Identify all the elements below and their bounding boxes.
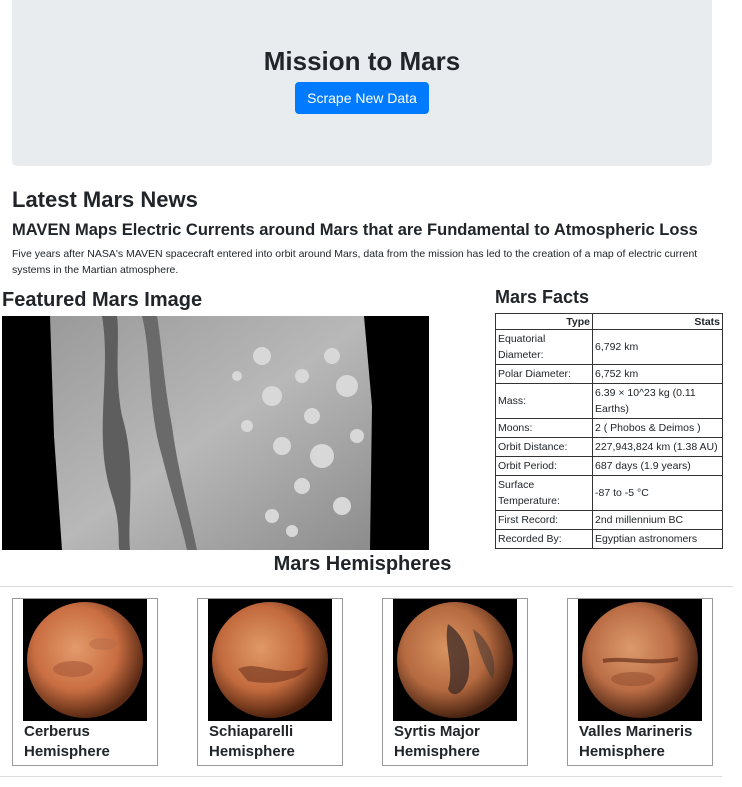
table-row: Orbit Period: 687 days (1.9 years) — [495, 456, 723, 476]
news-headline: MAVEN Maps Electric Currents around Mars… — [12, 221, 698, 239]
news-section-title: Latest Mars News — [12, 187, 198, 212]
hemisphere-card-valles-marineris[interactable]: Valles Marineris Hemisphere — [567, 598, 713, 766]
jumbotron-header: Mission to Mars Scrape New Data — [12, 0, 712, 166]
fact-type: Orbit Distance: — [495, 437, 593, 457]
fact-value: -87 to -5 °C — [592, 475, 723, 511]
fact-value: 2nd millennium BC — [592, 510, 723, 530]
fact-type: Surface Temperature: — [495, 475, 593, 511]
table-row: Surface Temperature: -87 to -5 °C — [495, 475, 723, 511]
hemisphere-image[interactable] — [208, 599, 332, 721]
table-row: Moons: 2 ( Phobos & Deimos ) — [495, 418, 723, 438]
fact-value: 227,943,824 km (1.38 AU) — [592, 437, 723, 457]
table-row: Mass: 6.39 × 10^23 kg (0.11 Earths) — [495, 383, 723, 419]
fact-type: Moons: — [495, 418, 593, 438]
featured-mars-image — [2, 316, 429, 550]
mars-facts-section: Mars Facts Type Stats Equatorial Diamete… — [495, 285, 725, 549]
divider — [0, 776, 722, 777]
column-header-stats: Stats — [592, 313, 723, 330]
mars-facts-table: Type Stats Equatorial Diameter: 6,792 km … — [495, 313, 723, 549]
table-row: Polar Diameter: 6,752 km — [495, 364, 723, 384]
table-row: Orbit Distance: 227,943,824 km (1.38 AU) — [495, 437, 723, 457]
column-header-type: Type — [495, 313, 593, 330]
featured-image-title: Featured Mars Image — [2, 289, 203, 311]
hemisphere-title[interactable]: Schiaparelli Hemisphere — [209, 722, 339, 762]
schiaparelli-globe-graphic — [208, 599, 332, 721]
fact-value: 6,752 km — [592, 364, 723, 384]
table-header-row: Type Stats — [495, 313, 723, 330]
mars-facts-title: Mars Facts — [495, 287, 590, 307]
valles-marineris-globe-graphic — [578, 599, 702, 721]
fact-type: Equatorial Diameter: — [495, 329, 593, 365]
hemisphere-card-cerberus[interactable]: Cerberus Hemisphere — [12, 598, 158, 766]
scrape-new-data-button[interactable]: Scrape New Data — [295, 82, 429, 114]
fact-type: Recorded By: — [495, 529, 593, 549]
cerberus-globe-graphic — [23, 599, 147, 721]
fact-value: 6,792 km — [592, 329, 723, 365]
hemisphere-card-schiaparelli[interactable]: Schiaparelli Hemisphere — [197, 598, 343, 766]
featured-image-section: Featured Mars Image — [2, 286, 442, 550]
fact-value: 6.39 × 10^23 kg (0.11 Earths) — [592, 383, 723, 419]
featured-image-graphic — [2, 316, 429, 550]
divider — [0, 586, 733, 587]
fact-type: Polar Diameter: — [495, 364, 593, 384]
table-row: Recorded By: Egyptian astronomers — [495, 529, 723, 549]
news-section: Latest Mars News MAVEN Maps Electric Cur… — [12, 184, 722, 278]
fact-type: First Record: — [495, 510, 593, 530]
hemisphere-title[interactable]: Syrtis Major Hemisphere — [394, 722, 524, 762]
fact-value: 687 days (1.9 years) — [592, 456, 723, 476]
news-teaser: Five years after NASA's MAVEN spacecraft… — [12, 248, 698, 276]
hemisphere-image[interactable] — [23, 599, 147, 721]
syrtis-major-globe-graphic — [393, 599, 517, 721]
table-row: Equatorial Diameter: 6,792 km — [495, 329, 723, 365]
fact-type: Orbit Period: — [495, 456, 593, 476]
fact-value: 2 ( Phobos & Deimos ) — [592, 418, 723, 438]
fact-value: Egyptian astronomers — [592, 529, 723, 549]
hemisphere-card-syrtis-major[interactable]: Syrtis Major Hemisphere — [382, 598, 528, 766]
hemisphere-title[interactable]: Cerberus Hemisphere — [24, 722, 154, 762]
page-title: Mission to Mars — [263, 46, 461, 76]
hemisphere-title[interactable]: Valles Marineris Hemisphere — [579, 722, 709, 762]
fact-type: Mass: — [495, 383, 593, 419]
table-row: First Record: 2nd millennium BC — [495, 510, 723, 530]
hemisphere-image[interactable] — [578, 599, 702, 721]
hemispheres-title: Mars Hemispheres — [273, 553, 452, 575]
hemisphere-image[interactable] — [393, 599, 517, 721]
